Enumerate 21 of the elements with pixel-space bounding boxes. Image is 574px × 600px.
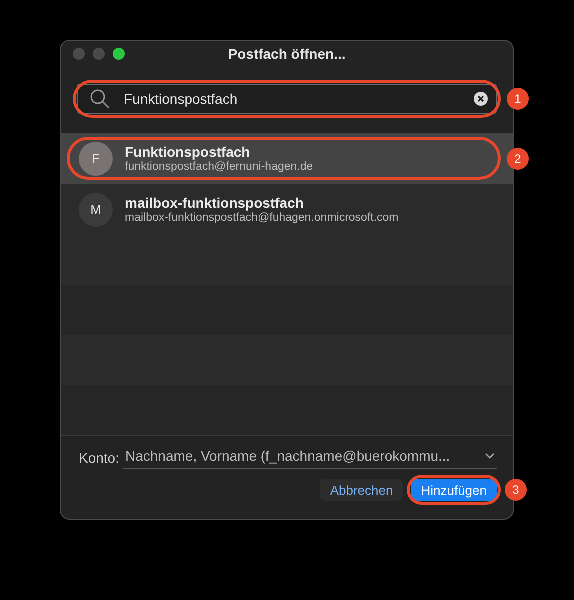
search-input[interactable]: Funktionspostfach [124,91,460,108]
add-button[interactable]: Hinzufügen [411,479,497,502]
step-number: 3 [505,479,527,502]
cancel-button[interactable]: Abbrechen [320,479,404,502]
mailbox-email: mailbox-funktionspostfach@fuhagen.onmicrosoft.com [125,212,399,224]
search-field[interactable]: Funktionspostfach [77,84,497,114]
mailbox-row[interactable]: M mailbox-funktionspostfach mailbox-funktionspostfach@fuhagen.onmicrosoft.com [61,184,513,236]
mailbox-name: mailbox-funktionspostfach [125,195,305,212]
zoom-button[interactable] [113,48,125,60]
step-number: 1 [507,88,529,110]
clear-icon[interactable] [474,92,488,106]
account-dropdown[interactable]: Nachname, Vorname (f_nachname@buerokommu... [123,446,497,470]
mailbox-name: Funktionspostfach [125,144,252,160]
account-label: Konto: [79,450,120,466]
avatar: M [79,192,113,227]
window-title: Postfach öffnen... [228,46,346,62]
mailbox-email: funktionspostfach@fernuni-hagen.de [125,161,314,174]
search-icon [90,89,110,110]
avatar: F [79,142,113,176]
chevron-icon [485,453,495,460]
step-number: 2 [507,148,529,170]
